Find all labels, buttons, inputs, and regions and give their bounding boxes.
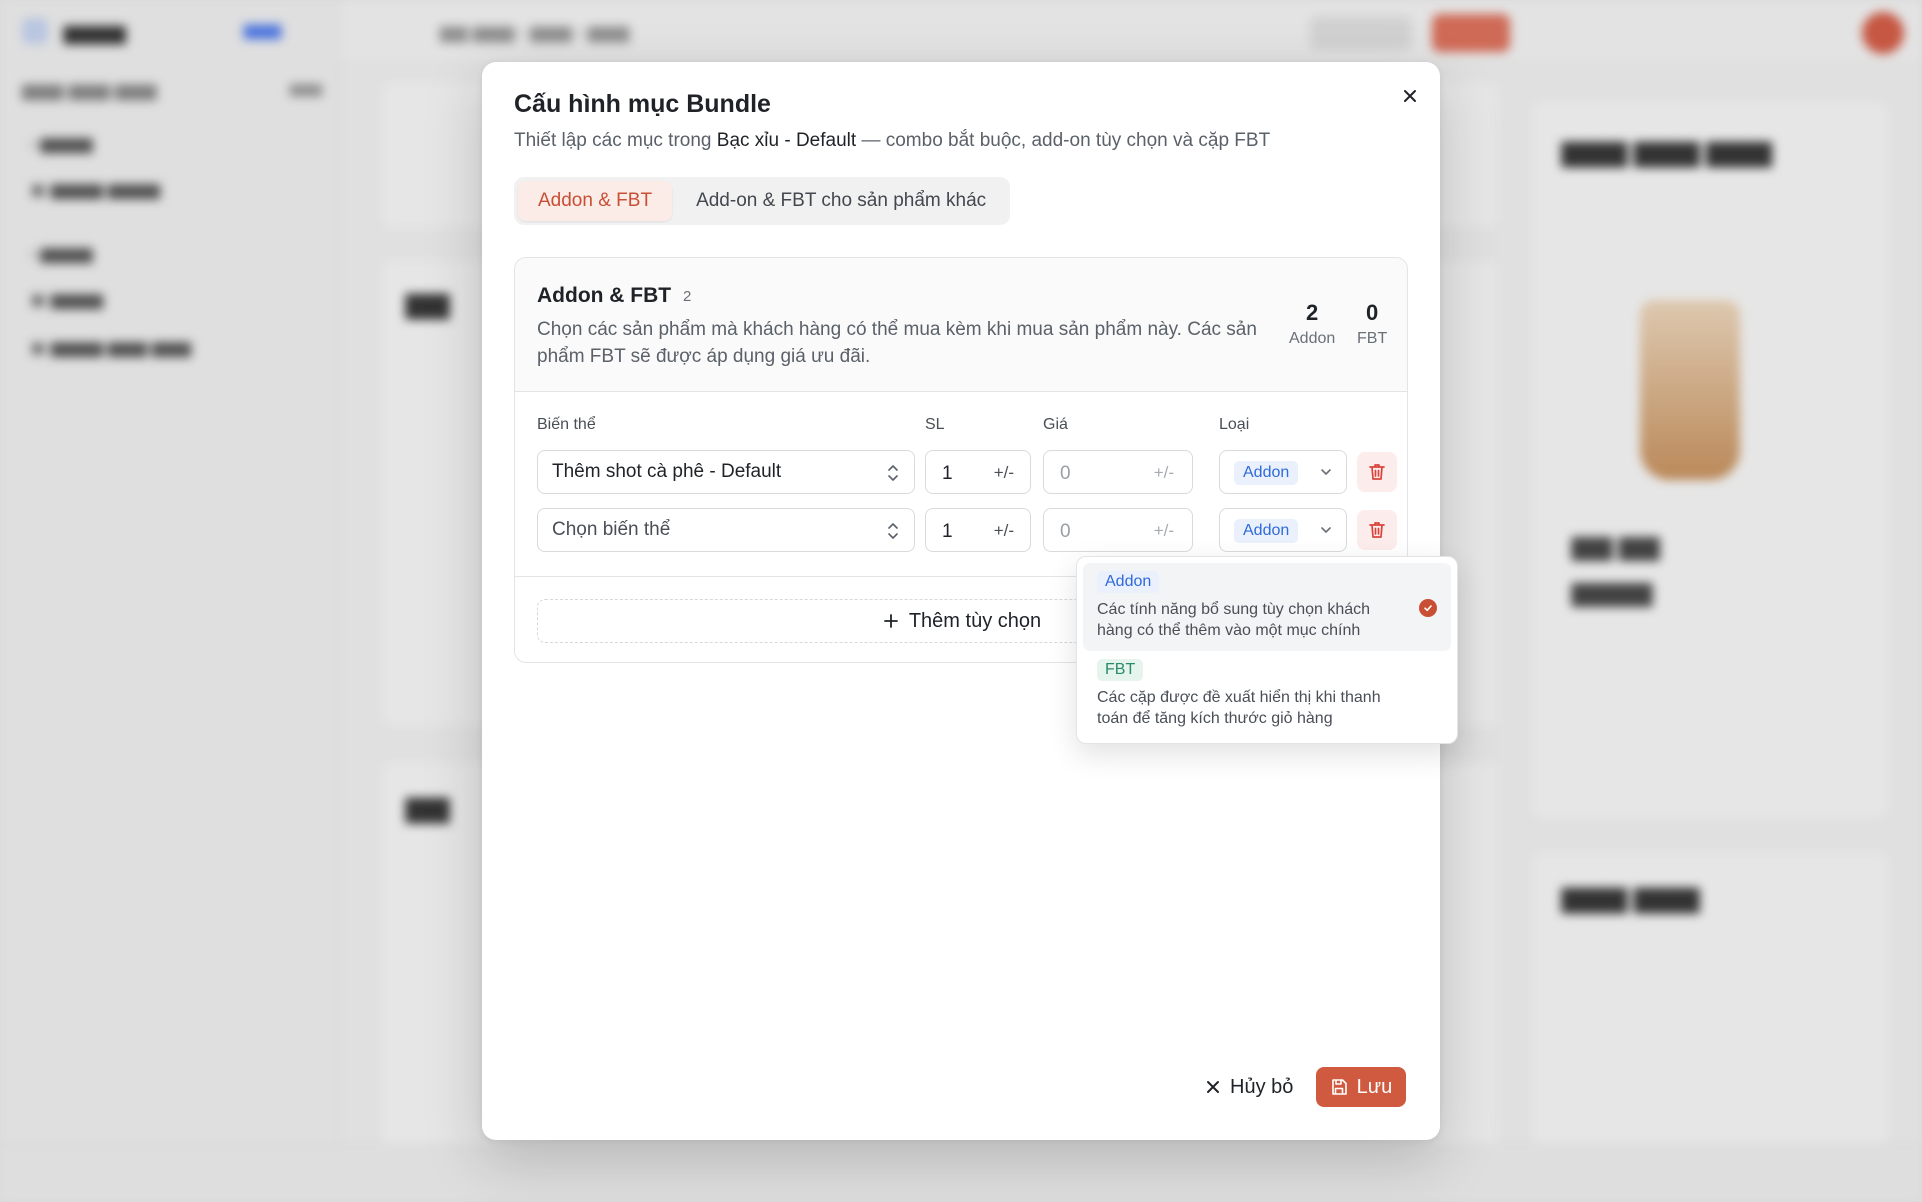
plus-icon bbox=[883, 614, 898, 628]
panel-description: Chọn các sản phẩm mà khách hàng có thể m… bbox=[537, 319, 1257, 367]
price-stepper[interactable]: +/- bbox=[1154, 463, 1174, 483]
subtitle-product: Bạc xỉu - Default bbox=[716, 130, 857, 151]
trash-icon bbox=[1369, 522, 1385, 538]
type-dropdown-menu: Addon Các tính năng bổ sung tùy chọn khá… bbox=[1076, 556, 1458, 744]
tab-addon-fbt-other-products[interactable]: Add-on & FBT cho sản phẩm khác bbox=[676, 181, 1006, 221]
type-badge: Addon bbox=[1234, 519, 1299, 543]
item-row: Chọn biến thể 1 +/- 0 +/- Addon bbox=[537, 508, 1397, 554]
stat-fbt: 0 FBT bbox=[1357, 300, 1387, 348]
stat-addon-label: Addon bbox=[1289, 330, 1336, 347]
cancel-button[interactable]: Hủy bỏ bbox=[1192, 1067, 1307, 1107]
type-option-addon[interactable]: Addon Các tính năng bổ sung tùy chọn khá… bbox=[1083, 563, 1451, 651]
column-qty: SL bbox=[925, 416, 945, 433]
price-stepper[interactable]: +/- bbox=[1154, 521, 1174, 541]
price-input[interactable]: 0 +/- bbox=[1043, 508, 1193, 552]
column-price: Giá bbox=[1043, 416, 1068, 433]
quantity-value: 1 bbox=[942, 521, 953, 542]
panel-header: Addon & FBT 2 Chọn các sản phẩm mà khách… bbox=[515, 258, 1407, 392]
delete-row-button[interactable] bbox=[1357, 510, 1397, 550]
type-select[interactable]: Addon bbox=[1219, 508, 1347, 552]
x-icon bbox=[1207, 1081, 1219, 1093]
tab-addon-fbt[interactable]: Addon & FBT bbox=[518, 181, 673, 221]
add-option-label: Thêm tùy chọn bbox=[908, 609, 1042, 632]
stat-addon-value: 2 bbox=[1306, 300, 1319, 325]
type-select[interactable]: Addon bbox=[1219, 450, 1347, 494]
trash-icon bbox=[1369, 464, 1385, 480]
price-value: 0 bbox=[1060, 521, 1071, 542]
quantity-input[interactable]: 1 +/- bbox=[925, 450, 1031, 494]
close-icon bbox=[1404, 90, 1416, 102]
option-description: Các cặp được đề xuất hiển thị khi thanh … bbox=[1097, 689, 1381, 727]
item-row: Thêm shot cà phê - Default 1 +/- 0 +/- A… bbox=[537, 450, 1397, 496]
save-label: Lưu bbox=[1356, 1075, 1393, 1098]
quantity-stepper[interactable]: +/- bbox=[994, 463, 1014, 483]
variant-select-value: Thêm shot cà phê - Default bbox=[552, 461, 782, 482]
stat-addon: 2 Addon bbox=[1289, 300, 1335, 348]
chevron-updown-icon bbox=[888, 523, 898, 539]
quantity-stepper[interactable]: +/- bbox=[994, 521, 1014, 541]
type-option-fbt[interactable]: FBT Các cặp được đề xuất hiển thị khi th… bbox=[1083, 651, 1451, 739]
option-tag: Addon bbox=[1097, 571, 1160, 593]
stat-fbt-value: 0 bbox=[1365, 300, 1379, 325]
variant-select-placeholder: Chọn biến thể bbox=[552, 519, 671, 540]
column-variant: Biến thể bbox=[537, 416, 596, 433]
stat-fbt-label: FBT bbox=[1357, 330, 1388, 347]
delete-row-button[interactable] bbox=[1357, 452, 1397, 492]
close-button[interactable] bbox=[1394, 80, 1426, 112]
cancel-label: Hủy bỏ bbox=[1230, 1075, 1294, 1098]
chevron-down-icon bbox=[1321, 527, 1331, 533]
price-input[interactable]: 0 +/- bbox=[1043, 450, 1193, 494]
save-button[interactable]: Lưu bbox=[1316, 1067, 1406, 1107]
subtitle-suffix: — combo bắt buộc, add-on tùy chọn và cặp… bbox=[856, 130, 1271, 151]
panel-title: Addon & FBT bbox=[537, 284, 672, 307]
modal-title: Cấu hình mục Bundle bbox=[514, 90, 771, 118]
subtitle-prefix: Thiết lập các mục trong bbox=[514, 130, 717, 151]
modal-subtitle: Thiết lập các mục trong Bạc xỉu - Defaul… bbox=[514, 130, 1270, 152]
variant-select[interactable]: Thêm shot cà phê - Default bbox=[537, 450, 915, 494]
variant-select[interactable]: Chọn biến thể bbox=[537, 508, 915, 552]
type-badge: Addon bbox=[1234, 461, 1299, 485]
option-tag: FBT bbox=[1097, 659, 1144, 681]
save-icon bbox=[1331, 1079, 1347, 1095]
column-type: Loại bbox=[1219, 416, 1250, 433]
quantity-input[interactable]: 1 +/- bbox=[925, 508, 1031, 552]
panel-count-badge: 2 bbox=[683, 288, 692, 305]
option-description: Các tính năng bổ sung tùy chọn khách hàn… bbox=[1097, 601, 1371, 639]
price-value: 0 bbox=[1060, 463, 1071, 484]
tab-list: Addon & FBT Add-on & FBT cho sản phẩm kh… bbox=[514, 177, 1011, 225]
check-icon bbox=[1419, 599, 1437, 617]
chevron-updown-icon bbox=[888, 465, 898, 481]
quantity-value: 1 bbox=[942, 463, 953, 484]
chevron-down-icon bbox=[1321, 469, 1331, 475]
